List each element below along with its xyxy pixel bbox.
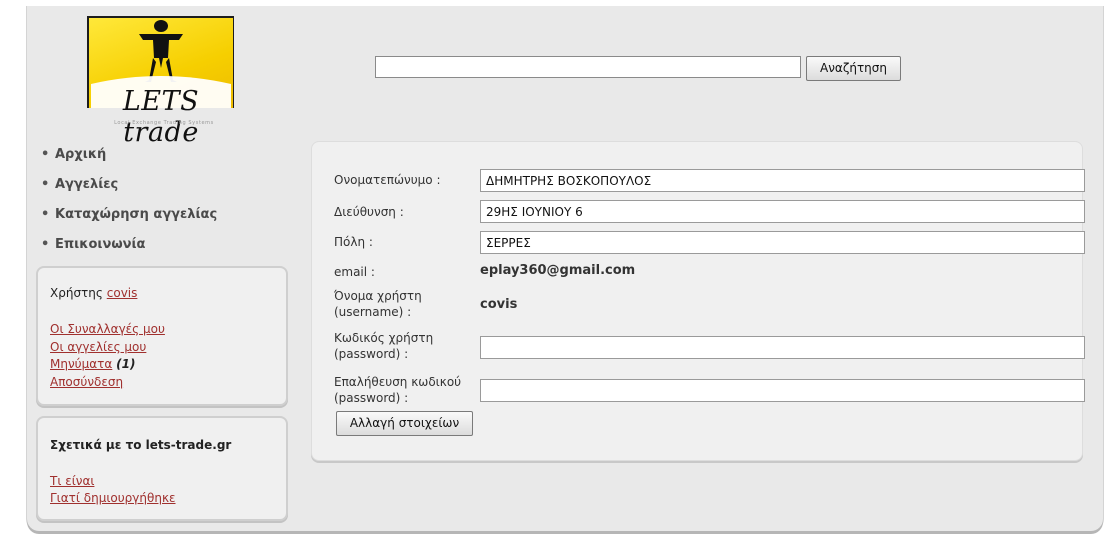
nav-item-contact[interactable]: • Επικοινωνία — [41, 230, 217, 260]
site-logo[interactable]: LETS trade Local Exchange Trading System… — [81, 16, 241, 148]
logo-text: LETS trade — [122, 86, 200, 148]
password-label-line2: (password) : — [334, 347, 409, 361]
user-box: Χρήστης covis Οι Συναλλαγές μου Οι αγγελ… — [36, 266, 288, 406]
my-ads-link[interactable]: Οι αγγελίες μου — [50, 340, 146, 354]
logo-subtitle: Local Exchange Trading Systems — [114, 120, 214, 126]
password-label: Κωδικός χρήστη (password) : — [334, 330, 433, 362]
page-container: LETS trade Local Exchange Trading System… — [27, 6, 1103, 531]
search-input[interactable] — [375, 56, 801, 78]
password-confirm-label: Επαλήθευση κωδικού (password) : — [334, 374, 461, 406]
my-transactions-link[interactable]: Οι Συναλλαγές μου — [50, 322, 165, 336]
password-confirm-label-line2: (password) : — [334, 391, 409, 405]
username-label-line1: Όνομα χρήστη — [334, 289, 422, 303]
message-count-badge: (1) — [116, 357, 136, 371]
city-field[interactable] — [480, 231, 1085, 254]
main-nav: • Αρχική • Αγγελίες • Καταχώρηση αγγελίας •… — [41, 140, 217, 260]
fullname-label: Ονοματεπώνυμο : — [334, 173, 441, 187]
nav-item-post-ad[interactable]: • Καταχώρηση αγγελίας — [41, 200, 217, 230]
email-label: email : — [334, 265, 375, 279]
password-label-line1: Κωδικός χρήστη — [334, 331, 434, 345]
nav-item-home[interactable]: • Αρχική — [41, 140, 217, 170]
nav-item-label: Επικοινωνία — [55, 237, 146, 252]
update-details-button[interactable]: Αλλαγή στοιχείων — [336, 411, 473, 436]
city-label: Πόλη : — [334, 235, 373, 249]
bullet-icon: • — [41, 177, 50, 192]
fullname-field[interactable] — [480, 169, 1085, 192]
user-prefix: Χρήστης — [50, 286, 103, 300]
search-button[interactable]: Αναζήτηση — [806, 56, 901, 81]
bullet-icon: • — [41, 147, 50, 162]
password-confirm-label-line1: Επαλήθευση κωδικού — [334, 375, 462, 389]
messages-link[interactable]: Μηνύματα — [50, 357, 112, 371]
bullet-icon: • — [41, 207, 50, 222]
bullet-icon: • — [41, 237, 50, 252]
password-confirm-field[interactable] — [480, 379, 1085, 402]
email-value: eplay360@gmail.com — [480, 263, 636, 278]
what-is-link[interactable]: Τι είναι — [50, 474, 94, 488]
username-label: Όνομα χρήστη (username) : — [334, 288, 422, 320]
nav-item-ads[interactable]: • Αγγελίες — [41, 170, 217, 200]
password-field[interactable] — [480, 336, 1085, 359]
username-label-line2: (username) : — [334, 305, 412, 319]
nav-item-label: Αγγελίες — [55, 177, 119, 192]
address-label: Διεύθυνση : — [334, 205, 404, 219]
nav-item-label: Καταχώρηση αγγελίας — [55, 207, 218, 222]
nav-item-label: Αρχική — [55, 147, 107, 162]
address-field[interactable] — [480, 200, 1085, 223]
why-created-link[interactable]: Γιατί δημιουργήθηκε — [50, 491, 176, 505]
username-value: covis — [480, 297, 518, 312]
profile-form-panel: Ονοματεπώνυμο : Διεύθυνση : Πόλη : email… — [311, 141, 1085, 461]
logout-link[interactable]: Αποσύνδεση — [50, 375, 123, 389]
about-title: Σχετικά με το lets-trade.gr — [50, 438, 232, 452]
about-box: Σχετικά με το lets-trade.gr Τι είναι Για… — [36, 416, 288, 521]
user-line: Χρήστης covis — [50, 286, 137, 300]
username-link[interactable]: covis — [107, 286, 138, 300]
